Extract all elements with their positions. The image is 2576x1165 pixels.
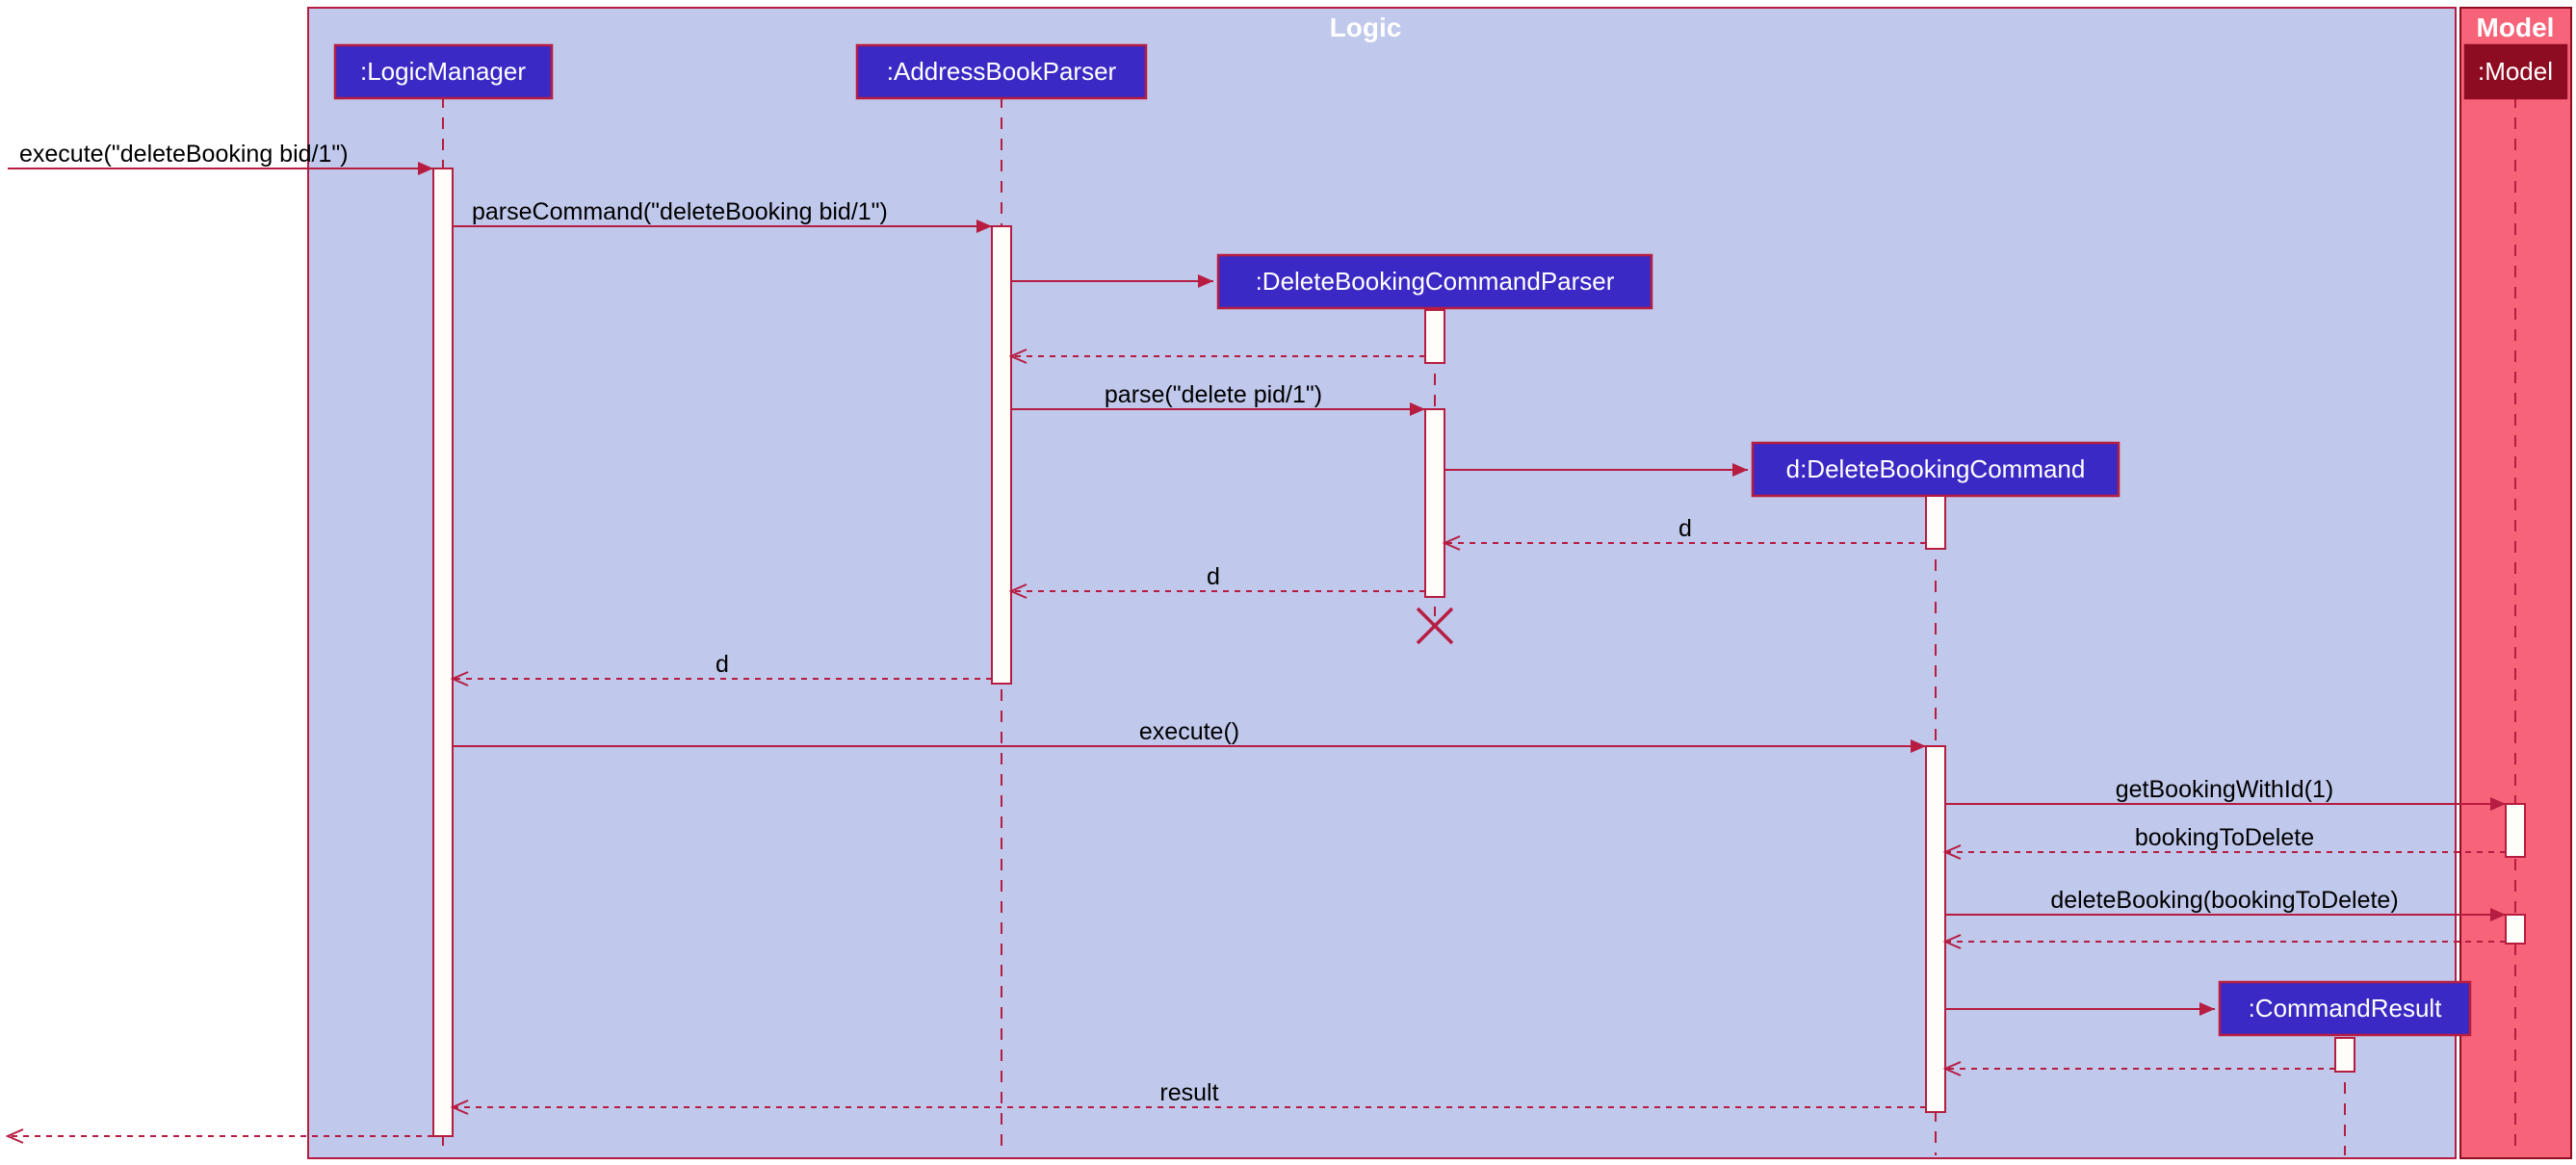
participant-deletebookingcommandparser-label: :DeleteBookingCommandParser	[1256, 267, 1615, 296]
msg-parsecommand-label: parseCommand("deleteBooking bid/1")	[472, 198, 888, 225]
logic-frame-label: Logic	[1330, 13, 1402, 42]
model-frame-label: Model	[2477, 13, 2555, 42]
msg-result-label: result	[1159, 1079, 1218, 1106]
msg-return-d1-label: d	[1678, 515, 1692, 542]
participant-model-label: :Model	[2478, 57, 2553, 86]
activation-model-1	[2506, 804, 2525, 857]
participant-logicmanager-label: :LogicManager	[360, 57, 526, 86]
msg-execute-label: execute("deleteBooking bid/1")	[19, 141, 349, 168]
msg-return-d2-label: d	[1207, 563, 1220, 590]
msg-bookingtodelete-label: bookingToDelete	[2135, 824, 2314, 851]
activation-commandresult	[2335, 1038, 2355, 1072]
participant-deletebookingcommand-label: d:DeleteBookingCommand	[1786, 454, 2086, 483]
activation-addressbookparser	[992, 226, 1011, 684]
activation-dbcp-2	[1425, 409, 1444, 597]
sequence-diagram: Logic Model :LogicManager :AddressBookPa…	[0, 0, 2576, 1165]
activation-dbcp-1	[1425, 310, 1444, 363]
logic-frame	[308, 8, 2456, 1158]
participant-commandresult-label: :CommandResult	[2249, 994, 2443, 1023]
activation-logicmanager	[433, 168, 453, 1136]
msg-return-d3-label: d	[716, 651, 729, 678]
participant-addressbookparser-label: :AddressBookParser	[887, 57, 1117, 86]
msg-execute-empty-label: execute()	[1139, 718, 1239, 745]
msg-getbookingwithid-label: getBookingWithId(1)	[2116, 776, 2334, 803]
msg-deletebooking-label: deleteBooking(bookingToDelete)	[2050, 887, 2398, 914]
msg-parse-label: parse("delete pid/1")	[1105, 381, 1322, 408]
activation-dbc-2	[1926, 746, 1945, 1112]
activation-dbc-1	[1926, 496, 1945, 549]
activation-model-2	[2506, 915, 2525, 944]
model-frame	[2460, 8, 2571, 1158]
